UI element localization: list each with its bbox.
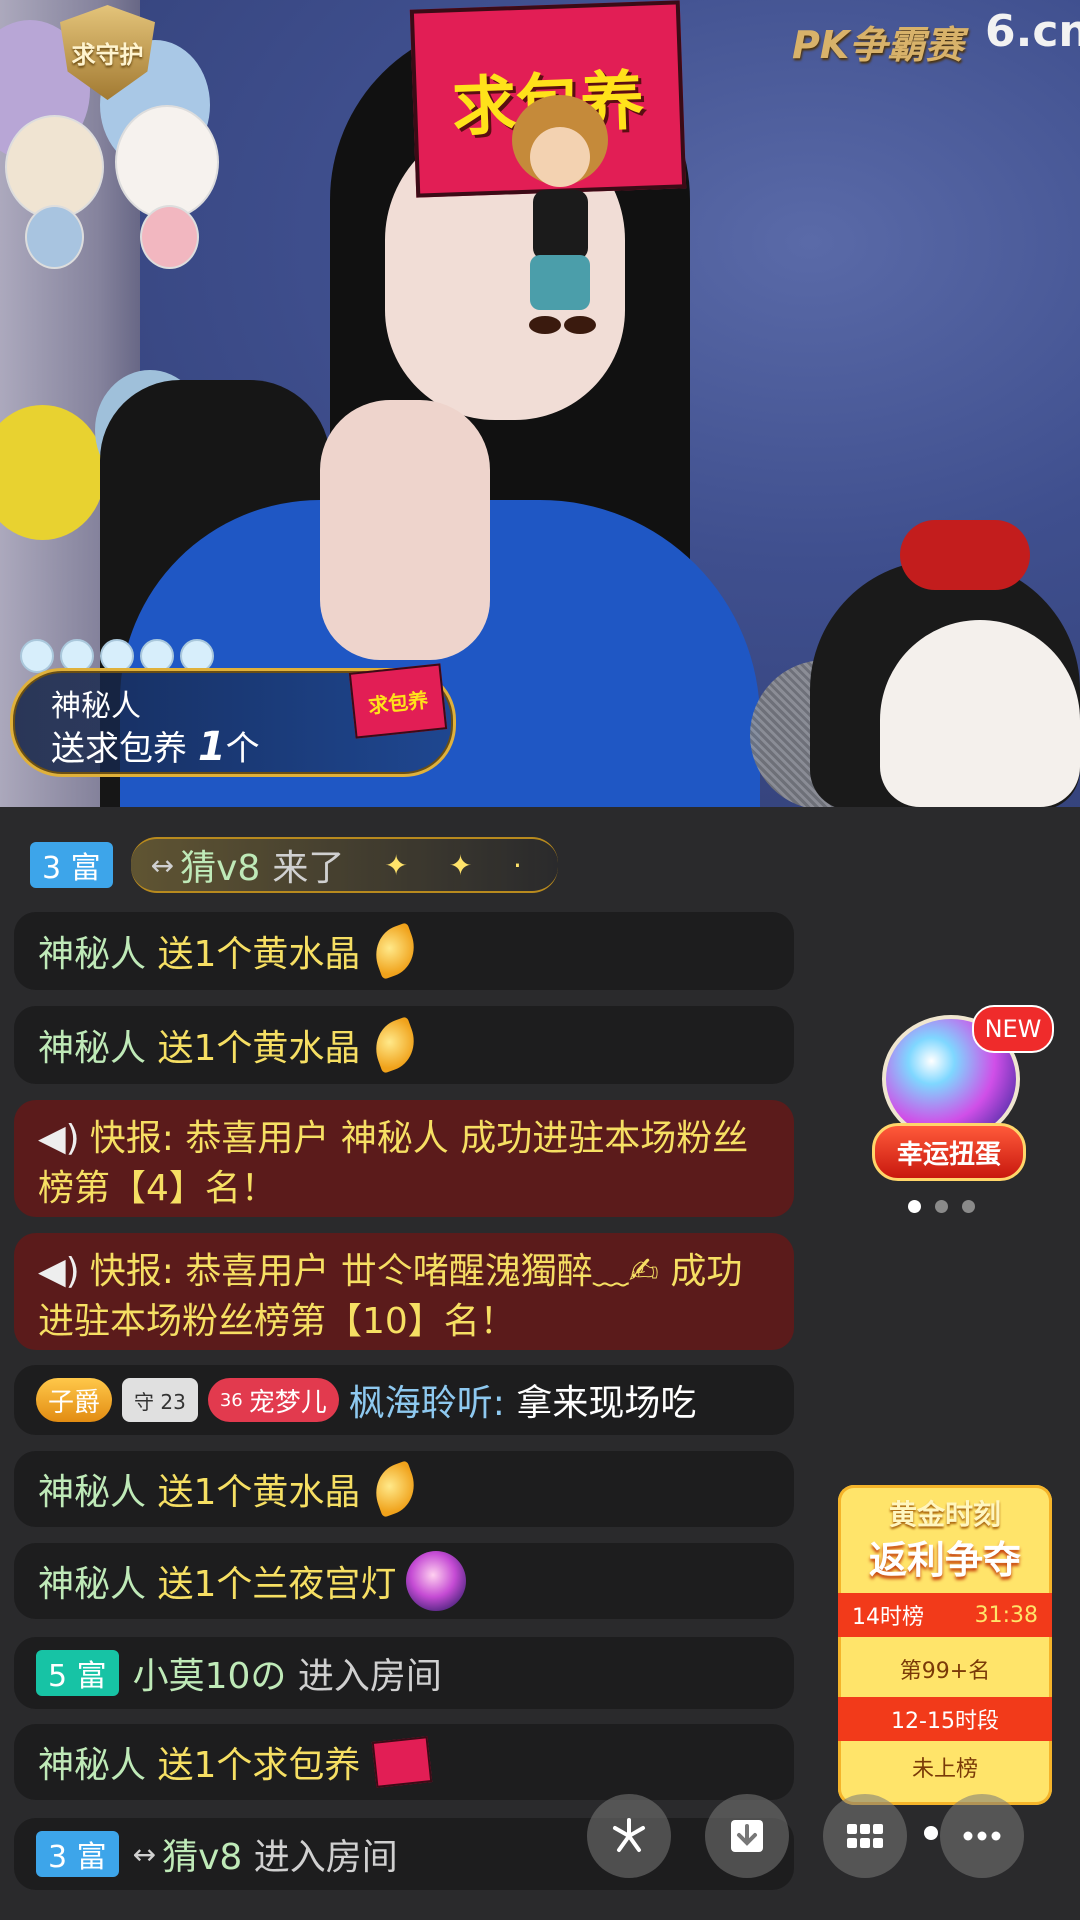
chat-username[interactable]: 猜v8 (162, 1828, 242, 1880)
lantern-gift-icon (406, 1551, 467, 1611)
chat-username[interactable]: 枫海聆听: (349, 1374, 505, 1426)
chat-message: 子爵 守 23 36 宠梦儿 枫海聆听: 拿来现场吃 (14, 1365, 794, 1435)
plush-toy-face (880, 620, 1080, 807)
hour-rank-row: 14时榜 31:38 (838, 1593, 1052, 1637)
chat-username[interactable]: 神秘人 (38, 1555, 146, 1607)
pager-dot[interactable] (908, 1200, 921, 1213)
speaker-icon: ◀︎) (38, 1118, 80, 1159)
chat-message: 3 富 ↔ 猜v8 来了 ✦ ✦ · (14, 835, 794, 895)
more-button[interactable] (940, 1794, 1024, 1878)
streamer-hand (320, 400, 490, 660)
chat-message: 神秘人 送1个黄水晶 (14, 912, 794, 990)
live-video[interactable]: 求守护 求包养 PK争霸赛 6.cn 神秘人 送求包养 1个 求包养 (0, 0, 1080, 807)
noble-rank-badge: 子爵 (36, 1378, 113, 1422)
chat-username[interactable]: 猜v8 (180, 839, 260, 891)
pager-dot[interactable] (935, 1200, 948, 1213)
share-button[interactable] (587, 1794, 671, 1878)
chat-message: 5 富 小莫10の 进入房间 (14, 1637, 794, 1709)
chat-message: 神秘人 送1个黄水晶 (14, 1451, 794, 1527)
sparkle-icon: ✦ ✦ · (384, 848, 538, 882)
wealth-badge: 5 富 (36, 1650, 119, 1696)
chat-username[interactable]: 神秘人 (38, 1736, 146, 1788)
topaz-gift-icon (367, 1016, 423, 1074)
download-icon (731, 1820, 763, 1852)
lucky-capsule-button[interactable]: 幸运扭蛋 (872, 1123, 1026, 1181)
plush-toy-bow (900, 520, 1030, 590)
notification-dot (924, 1826, 938, 1840)
new-badge: NEW (972, 1005, 1054, 1053)
bear-rabbit-sticker (5, 95, 230, 269)
topaz-gift-icon (367, 1460, 423, 1518)
gift-popup-icon: 求包养 (348, 663, 448, 739)
chat-username[interactable]: 小莫10の (133, 1647, 287, 1699)
announcement-message: ◀︎) 快报: 恭喜用户 丗仒啫醒溾獨醉﹏✍ 成功进驻本场粉丝榜第【10】名！ (14, 1233, 794, 1350)
wealth-badge: 3 富 (30, 842, 113, 888)
pager-dot[interactable] (962, 1200, 975, 1213)
announcement-message: ◀︎) 快报: 恭喜用户 神秘人 成功进驻本场粉丝榜第【4】名！ (14, 1100, 794, 1217)
widget-pager (908, 1200, 975, 1213)
baoyang-gift-icon (372, 1736, 433, 1788)
speaker-icon: ◀︎) (38, 1251, 80, 1292)
chat-username[interactable]: 神秘人 (38, 1463, 146, 1515)
fan-club-badge: 36 宠梦儿 (207, 1378, 339, 1422)
golden-moment-title: 黄金时刻 (888, 1498, 1001, 1531)
slot-rank-status: 未上榜 (911, 1757, 978, 1782)
chat-message: 神秘人 送1个求包养 (14, 1724, 794, 1800)
cartoon-character (512, 95, 608, 334)
chat-username[interactable]: 神秘人 (38, 925, 146, 977)
wealth-badge: 3 富 (36, 1831, 119, 1877)
pk-brand-logo: PK争霸赛 (792, 23, 964, 67)
chat-message: 神秘人 送1个黄水晶 (14, 1006, 794, 1084)
chat-message: 3 富 ↔ 猜v8 进入房间 (14, 1818, 794, 1890)
time-slot-row: 12-15时段 (838, 1697, 1052, 1741)
share-icon (613, 1818, 645, 1852)
topaz-gift-icon (367, 922, 423, 980)
grid-icon (847, 1824, 883, 1848)
rebate-title: 返利争夺 (868, 1538, 1021, 1582)
gift-popup-user: 神秘人 (51, 689, 141, 724)
site-logo: 6.cn (985, 6, 1080, 57)
gift-popup-text: 送求包养 1个 (51, 724, 260, 770)
entry-banner: ↔ 猜v8 来了 ✦ ✦ · (130, 837, 558, 893)
rank-position: 第99+名 (899, 1659, 991, 1684)
save-button[interactable] (705, 1794, 789, 1878)
golden-moment-card[interactable]: 黄金时刻 返利争夺 14时榜 31:38 第99+名 12-15时段 未上榜 (838, 1485, 1052, 1805)
guard-level-badge: 守 23 (122, 1378, 198, 1422)
apps-button[interactable] (823, 1794, 907, 1878)
chat-username[interactable]: 神秘人 (38, 1019, 146, 1071)
more-icon (963, 1831, 1001, 1841)
chat-message: 神秘人 送1个兰夜宫灯 (14, 1543, 794, 1619)
